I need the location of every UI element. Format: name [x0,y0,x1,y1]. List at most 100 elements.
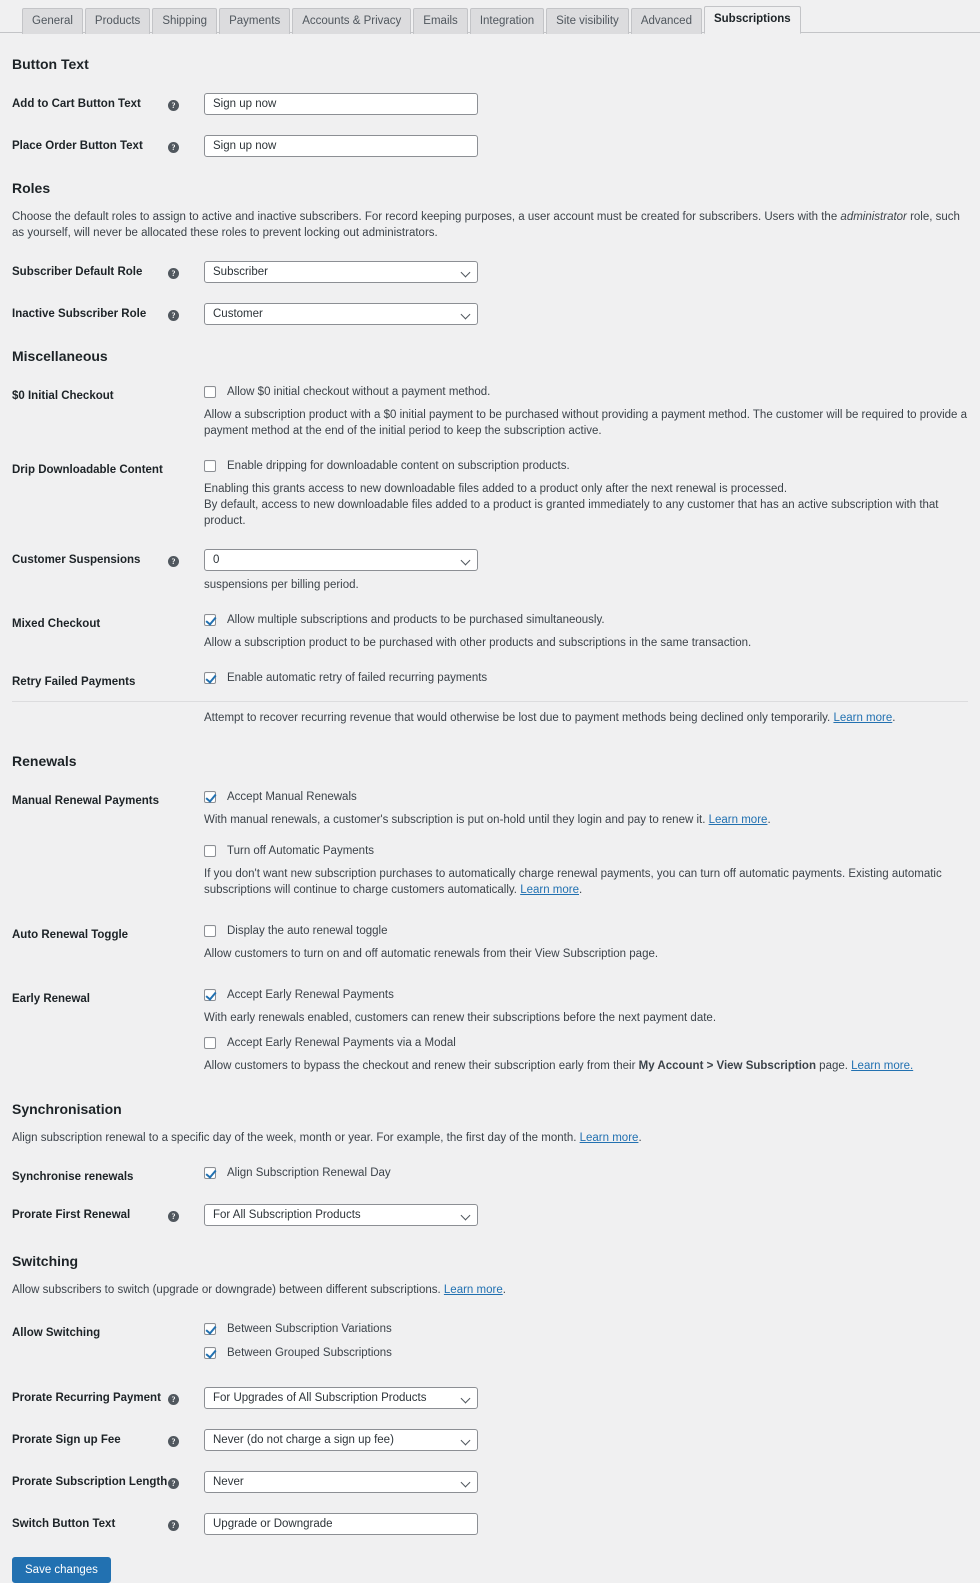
tab-products[interactable]: Products [84,8,151,34]
early-renewal-modal-description: Allow customers to bypass the checkout a… [204,1058,968,1074]
auto-renewal-toggle-checkbox-label[interactable]: Display the auto renewal toggle [227,924,387,939]
help-icon[interactable]: ? [168,268,179,280]
early-renewal-modal-checkbox[interactable] [204,1037,216,1049]
field-col [180,93,968,115]
retry-failed-payments-checkbox-label[interactable]: Enable automatic retry of failed recurri… [227,671,487,686]
help-icon[interactable]: ? [168,1478,179,1490]
tab-site-visibility[interactable]: Site visibility [546,8,629,34]
help-icon[interactable]: ? [168,1211,179,1223]
prorate-sign-up-fee-select[interactable]: Never (do not charge a sign up fee) [204,1429,478,1451]
help-col: ? [168,1204,180,1226]
help-icon[interactable]: ? [168,142,179,154]
checkbox-line: Allow multiple subscriptions and product… [204,613,968,628]
label-manual-renewal-payments: Manual Renewal Payments [12,795,159,807]
label-prorate-subscription-length: Prorate Subscription Length [12,1476,168,1488]
label-subscriber-default-role: Subscriber Default Role [12,266,143,278]
help-icon[interactable]: ? [168,100,179,112]
accept-manual-renewals-checkbox-label[interactable]: Accept Manual Renewals [227,790,357,805]
chevron-down-icon [460,1435,471,1446]
label-inactive-subscriber-role: Inactive Subscriber Role [12,308,147,320]
drip-downloadable-checkbox-label[interactable]: Enable dripping for downloadable content… [227,459,570,474]
inactive-subscriber-role-select[interactable]: Customer [204,303,478,325]
help-col-empty [168,1166,180,1170]
help-icon[interactable]: ? [168,1520,179,1532]
label-auto-renewal-toggle: Auto Renewal Toggle [12,929,129,941]
help-icon[interactable]: ? [168,1394,179,1406]
retry-failed-payments-checkbox[interactable] [204,672,216,684]
drip-downloadable-checkbox[interactable] [204,460,216,472]
manual-renewal-description-pre: With manual renewals, a customer's subsc… [204,814,709,826]
switching-learn-more-link[interactable]: Learn more [444,1284,503,1296]
between-subscription-variations-checkbox-label[interactable]: Between Subscription Variations [227,1322,392,1337]
checkbox-line: Turn off Automatic Payments [204,844,968,859]
field-col: Accept Early Renewal Payments With early… [180,988,968,1074]
label-mixed-checkout: Mixed Checkout [12,618,101,630]
prorate-first-renewal-select[interactable]: For All Subscription Products [204,1204,478,1226]
field-col: For All Subscription Products [180,1204,968,1226]
checkbox-line: Between Subscription Variations [204,1322,968,1337]
tab-general[interactable]: General [22,8,83,34]
between-grouped-subscriptions-checkbox[interactable] [204,1347,216,1359]
prorate-subscription-length-select[interactable]: Never [204,1471,478,1493]
label-zero-initial-checkout: $0 Initial Checkout [12,390,114,402]
add-to-cart-button-text-input[interactable] [204,93,478,115]
tab-list: General Products Shipping Payments Accou… [22,6,980,34]
tab-subscriptions[interactable]: Subscriptions [703,6,801,34]
between-subscription-variations-checkbox[interactable] [204,1323,216,1335]
roles-description-part1: Choose the default roles to assign to ac… [12,211,841,223]
subscriber-default-role-select[interactable]: Subscriber [204,261,478,283]
early-renewal-modal-checkbox-label[interactable]: Accept Early Renewal Payments via a Moda… [227,1036,456,1051]
field-col: Enable dripping for downloadable content… [180,459,968,529]
row-subscriber-default-role: Subscriber Default Role ? Subscriber [12,261,968,283]
help-icon[interactable]: ? [168,310,179,322]
customer-suspensions-select[interactable]: 0 [204,549,478,571]
tab-advanced[interactable]: Advanced [630,8,702,34]
prorate-recurring-payment-select[interactable]: For Upgrades of All Subscription Product… [204,1387,478,1409]
help-col-empty [168,710,180,714]
turn-off-learn-more-link[interactable]: Learn more [520,884,579,896]
section-divider [12,701,968,702]
tab-shipping[interactable]: Shipping [152,8,218,34]
prorate-sign-up-fee-value: Never (do not charge a sign up fee) [213,1434,394,1446]
help-icon[interactable]: ? [168,556,179,568]
row-retry-failed-payments: Retry Failed Payments Enable automatic r… [12,671,968,689]
retry-learn-more-link[interactable]: Learn more [833,712,892,724]
section-title-miscellaneous: Miscellaneous [12,348,108,364]
row-allow-switching: Allow Switching Between Subscription Var… [12,1322,968,1361]
help-col-empty [168,385,180,389]
tab-accounts-privacy[interactable]: Accounts & Privacy [292,8,412,34]
tab-integration[interactable]: Integration [469,8,545,34]
early-renewal-modal-description-pre: Allow customers to bypass the checkout a… [204,1060,639,1072]
field-col: Display the auto renewal toggle Allow cu… [180,924,968,962]
mixed-checkout-checkbox[interactable] [204,614,216,626]
zero-initial-checkout-checkbox-label[interactable]: Allow $0 initial checkout without a paym… [227,385,490,400]
manual-renewal-learn-more-link[interactable]: Learn more [709,814,768,826]
tab-payments[interactable]: Payments [219,8,291,34]
field-col: Attempt to recover recurring revenue tha… [180,710,968,726]
section-title-renewals: Renewals [12,753,77,769]
early-renewal-modal-learn-more-link[interactable]: Learn more. [851,1060,913,1072]
zero-initial-checkout-checkbox[interactable] [204,386,216,398]
turn-off-automatic-payments-checkbox[interactable] [204,845,216,857]
turn-off-automatic-payments-description: If you don't want new subscription purch… [204,866,968,898]
section-title-synchronisation: Synchronisation [12,1101,122,1117]
switch-button-text-input[interactable] [204,1513,478,1535]
save-changes-button[interactable]: Save changes [12,1557,111,1583]
help-icon[interactable]: ? [168,1436,179,1448]
accept-early-renewal-payments-checkbox-label[interactable]: Accept Early Renewal Payments [227,988,394,1003]
auto-renewal-toggle-checkbox[interactable] [204,925,216,937]
sync-learn-more-link[interactable]: Learn more [580,1132,639,1144]
mixed-checkout-checkbox-label[interactable]: Allow multiple subscriptions and product… [227,613,605,628]
row-auto-renewal-toggle: Auto Renewal Toggle Display the auto ren… [12,924,968,962]
help-col: ? [168,1513,180,1535]
accept-manual-renewals-checkbox[interactable] [204,791,216,803]
accept-early-renewal-payments-checkbox[interactable] [204,989,216,1001]
help-col: ? [168,549,180,571]
place-order-button-text-input[interactable] [204,135,478,157]
align-subscription-renewal-day-checkbox[interactable] [204,1167,216,1179]
align-subscription-renewal-day-checkbox-label[interactable]: Align Subscription Renewal Day [227,1166,391,1181]
turn-off-automatic-payments-checkbox-label[interactable]: Turn off Automatic Payments [227,844,374,859]
between-grouped-subscriptions-checkbox-label[interactable]: Between Grouped Subscriptions [227,1346,392,1361]
label-drip-downloadable-content: Drip Downloadable Content [12,464,163,476]
tab-emails[interactable]: Emails [413,8,468,34]
